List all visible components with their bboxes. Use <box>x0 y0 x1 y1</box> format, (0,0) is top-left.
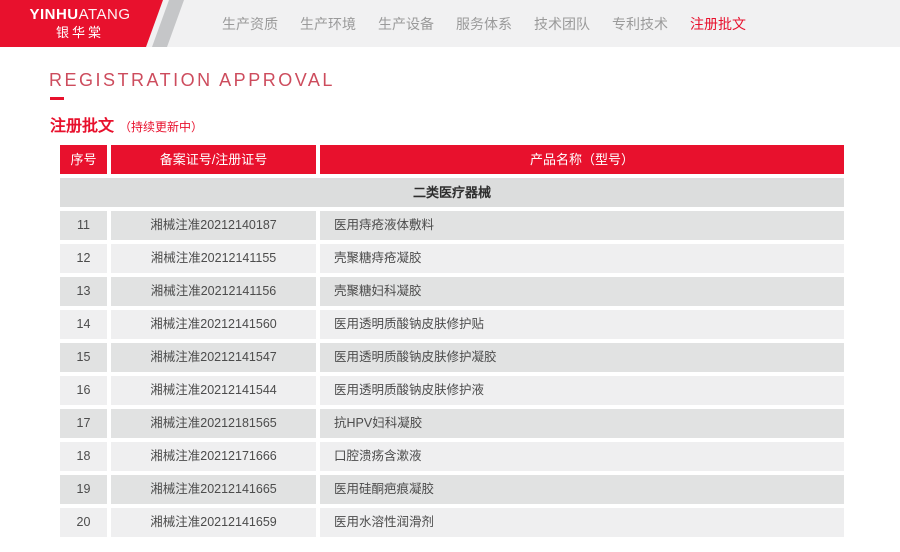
row-index-cell: 18 <box>60 442 107 471</box>
row-product-name-cell: 医用硅酮疤痕凝胶 <box>320 475 844 504</box>
row-product-name-cell: 医用水溶性润滑剂 <box>320 508 844 537</box>
category-row-class2-devices: 二类医疗器械 <box>60 178 844 207</box>
column-header-index: 序号 <box>60 145 107 174</box>
row-cert-number-cell: 湘械注准20212141155 <box>111 244 316 273</box>
row-index-cell: 15 <box>60 343 107 372</box>
section-subtitle-note: （持续更新中） <box>119 120 204 134</box>
row-index-cell: 13 <box>60 277 107 306</box>
row-product-name-cell: 壳聚糖妇科凝胶 <box>320 277 844 306</box>
row-cert-number-cell: 湘械注准20212171666 <box>111 442 316 471</box>
nav-item-active[interactable]: 注册批文 <box>690 14 746 34</box>
logo-brand-en-light: ATANG <box>78 6 131 23</box>
section-subtitle-cn: 注册批文 <box>50 118 115 135</box>
logo-brand-cn: 银华棠 <box>55 24 104 40</box>
row-product-name-cell: 抗HPV妇科凝胶 <box>320 409 844 438</box>
nav-item-link[interactable]: 专利技术 <box>612 14 668 34</box>
row-product-name-cell: 口腔溃疡含漱液 <box>320 442 844 471</box>
row-product-name-cell: 医用透明质酸钠皮肤修护液 <box>320 376 844 405</box>
row-cert-number-cell: 湘械注准20212141659 <box>111 508 316 537</box>
company-logo[interactable]: YINHUATANG 银华棠 <box>24 6 136 41</box>
row-cert-number-cell: 湘械注准20212141156 <box>111 277 316 306</box>
nav-item-link[interactable]: 生产设备 <box>378 14 434 34</box>
row-product-name-cell: 医用痔疮液体敷料 <box>320 211 844 240</box>
row-cert-number-cell: 湘械注准20212140187 <box>111 211 316 240</box>
page-title: REGISTRATION APPROVAL <box>49 70 335 90</box>
column-header-product-name: 产品名称（型号） <box>320 145 844 174</box>
registration-table: 序号 备案证号/注册证号 产品名称（型号） 二类医疗器械 11 湘械注准2021… <box>60 145 844 537</box>
row-cert-number-cell: 湘械注准20212141544 <box>111 376 316 405</box>
row-cert-number-cell: 湘械注准20212141665 <box>111 475 316 504</box>
row-cert-number-cell: 湘械注准20212141560 <box>111 310 316 339</box>
row-index-cell: 20 <box>60 508 107 537</box>
row-index-cell: 12 <box>60 244 107 273</box>
row-product-name-cell: 壳聚糖痔疮凝胶 <box>320 244 844 273</box>
logo-brand-en-bold: YINHU <box>29 6 79 23</box>
row-product-name-cell: 医用透明质酸钠皮肤修护贴 <box>320 310 844 339</box>
row-index-cell: 14 <box>60 310 107 339</box>
row-index-cell: 19 <box>60 475 107 504</box>
row-cert-number-cell: 湘械注准20212141547 <box>111 343 316 372</box>
title-underline-dash <box>50 97 64 100</box>
nav-item-link[interactable]: 技术团队 <box>534 14 590 34</box>
row-cert-number-cell: 湘械注准20212181565 <box>111 409 316 438</box>
section-subtitle: 注册批文 （持续更新中） <box>50 112 203 136</box>
row-index-cell: 11 <box>60 211 107 240</box>
top-header: YINHUATANG 银华棠 生产资质 生产环境 生产设备 服务体系 技术团队 专利技术 注… <box>0 0 900 47</box>
row-index-cell: 17 <box>60 409 107 438</box>
main-navigation: 生产资质 生产环境 生产设备 服务体系 技术团队 专利技术 注册批文 <box>222 0 746 47</box>
row-product-name-cell: 医用透明质酸钠皮肤修护凝胶 <box>320 343 844 372</box>
nav-item-link[interactable]: 生产环境 <box>300 14 356 34</box>
nav-item-link[interactable]: 生产资质 <box>222 14 278 34</box>
nav-item-link[interactable]: 服务体系 <box>456 14 512 34</box>
row-index-cell: 16 <box>60 376 107 405</box>
logo-brand-en: YINHUATANG <box>24 6 136 25</box>
column-header-cert-number: 备案证号/注册证号 <box>111 145 316 174</box>
